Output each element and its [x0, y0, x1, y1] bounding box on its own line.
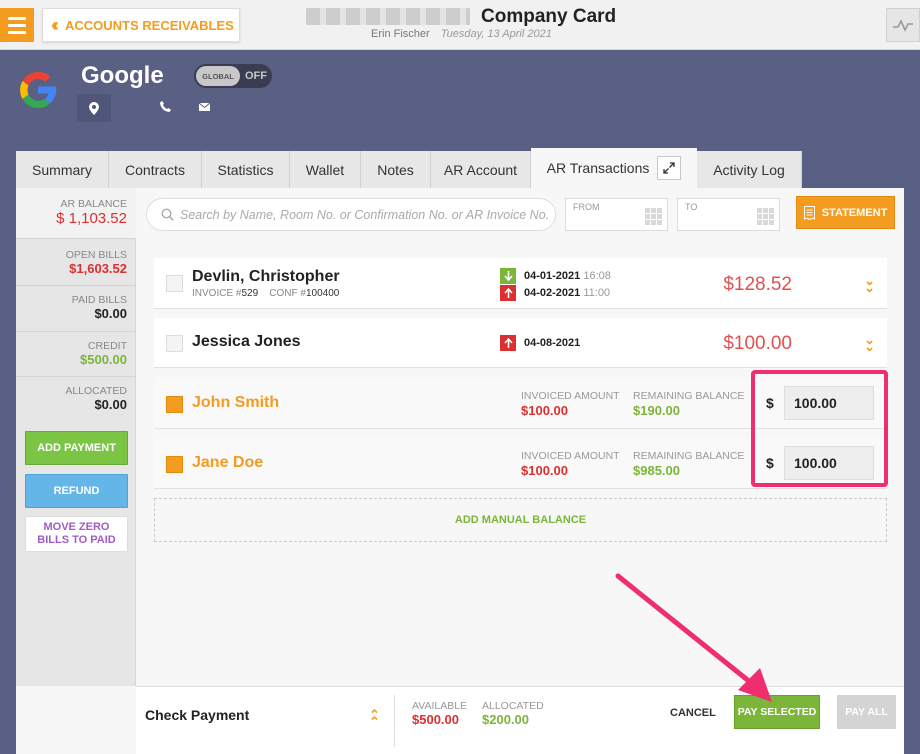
global-toggle[interactable]: GLOBAL OFF — [194, 64, 272, 88]
arrow-up-icon — [500, 335, 516, 351]
search-placeholder: Search by Name, Room No. or Confirmation… — [180, 207, 550, 222]
user-name: Erin Fischer — [371, 28, 430, 40]
current-date: Tuesday, 13 April 2021 — [440, 28, 552, 40]
receipt-icon — [803, 205, 815, 220]
chevron-double-left-icon: ‹‹ — [51, 14, 59, 35]
row-checkbox-checked[interactable] — [166, 396, 183, 413]
invoiced-amount: $100.00 — [521, 463, 568, 478]
statement-button[interactable]: STATEMENT — [796, 196, 895, 229]
guest-name: John Smith — [192, 394, 280, 411]
back-button[interactable]: ‹‹ ACCOUNTS RECEIVABLES — [42, 8, 240, 42]
row-amount: $100.00 — [723, 333, 792, 354]
company-name: Google — [81, 62, 164, 89]
ar-transactions-panel: AR BALANCE $ 1,103.52 OPEN BILLS $1,603.… — [16, 188, 904, 754]
allocated: ALLOCATED $0.00 — [65, 385, 127, 412]
tab-ar-account[interactable]: AR Account — [431, 151, 531, 188]
transaction-row[interactable]: Jessica Jones 04-08-2021 $100.00 ⌄ ⌄ — [154, 318, 887, 368]
menu-button[interactable] — [0, 8, 34, 42]
remaining-balance: $190.00 — [633, 403, 680, 418]
row-amount: $128.52 — [723, 274, 792, 295]
departure-date: 04-08-2021 — [524, 337, 581, 349]
remaining-balance: $985.00 — [633, 463, 680, 478]
arrow-down-icon — [500, 268, 516, 284]
departure-date: 04-02-2021 11:00 — [524, 287, 611, 299]
tab-wallet[interactable]: Wallet — [290, 151, 361, 188]
from-date-field[interactable]: FROM — [565, 198, 668, 231]
to-date-field[interactable]: TO — [677, 198, 780, 231]
location-pin-icon — [89, 101, 99, 115]
row-checkbox-checked[interactable] — [166, 456, 183, 473]
guest-name: Devlin, Christopher — [192, 268, 340, 285]
tab-notes[interactable]: Notes — [361, 151, 431, 188]
row-checkbox[interactable] — [166, 275, 183, 292]
balance-sidebar: AR BALANCE $ 1,103.52 OPEN BILLS $1,603.… — [16, 188, 136, 686]
transaction-row[interactable]: Devlin, Christopher INVOICE #529 CONF #1… — [154, 258, 887, 309]
mail-icon[interactable] — [199, 103, 210, 111]
payment-inputs-highlight — [751, 370, 888, 487]
add-manual-balance-button[interactable]: ADD MANUAL BALANCE — [154, 498, 887, 542]
move-zero-bills-button[interactable]: MOVE ZERO BILLS TO PAID — [25, 516, 128, 552]
ar-balance: AR BALANCE $ 1,103.52 — [16, 188, 136, 238]
expand-icon — [663, 162, 676, 174]
pay-all-button[interactable]: PAY ALL — [837, 695, 896, 729]
phone-icon[interactable] — [160, 101, 171, 112]
pay-selected-button[interactable]: PAY SELECTED — [734, 695, 820, 729]
tab-bar: Summary Contracts Statistics Wallet Note… — [16, 148, 802, 188]
invoice-conf: INVOICE #529 CONF #100400 — [192, 288, 340, 299]
chevron-double-up-icon[interactable]: ⌃ ⌃ — [369, 708, 380, 728]
arrival-date: 04-01-2021 16:08 — [524, 270, 611, 282]
search-input[interactable]: Search by Name, Room No. or Confirmation… — [146, 198, 556, 231]
chevron-double-down-icon[interactable]: ⌄ ⌄ — [864, 333, 875, 353]
toggle-state: OFF — [245, 70, 267, 82]
tab-contracts[interactable]: Contracts — [109, 151, 202, 188]
tab-activity-log[interactable]: Activity Log — [697, 151, 802, 188]
chevron-double-down-icon[interactable]: ⌄ ⌄ — [864, 274, 875, 294]
tab-ar-transactions[interactable]: AR Transactions — [531, 148, 697, 188]
arrow-up-icon — [500, 285, 516, 301]
calendar-grid-icon — [757, 208, 774, 225]
tab-statistics[interactable]: Statistics — [202, 151, 290, 188]
cancel-button[interactable]: CANCEL — [670, 707, 716, 719]
payment-footer: Check Payment ⌃ ⌃ AVAILABLE $500.00 ALLOC… — [136, 686, 904, 754]
invoiced-amount: $100.00 — [521, 403, 568, 418]
payment-method: Check Payment — [145, 707, 250, 723]
refund-button[interactable]: REFUND — [25, 474, 128, 508]
location-button[interactable] — [77, 94, 111, 122]
search-icon — [161, 208, 174, 221]
menu-icon — [8, 16, 26, 20]
open-bills: OPEN BILLS $1,603.52 — [65, 249, 127, 276]
tab-ar-transactions-label: AR Transactions — [546, 160, 650, 176]
allocated-amount: $200.00 — [482, 712, 529, 727]
row-checkbox[interactable] — [166, 335, 183, 352]
credit: CREDIT $500.00 — [80, 340, 127, 367]
available-amount: $500.00 — [412, 712, 459, 727]
guest-name: Jessica Jones — [192, 333, 301, 350]
tab-summary[interactable]: Summary — [16, 151, 109, 188]
activity-chart-icon — [893, 19, 913, 32]
top-bar: ‹‹ ACCOUNTS RECEIVABLES Company Card Eri… — [0, 0, 920, 50]
guest-name: Jane Doe — [192, 454, 264, 471]
add-payment-button[interactable]: ADD PAYMENT — [25, 431, 128, 465]
activity-button[interactable] — [886, 8, 920, 42]
expand-button[interactable] — [657, 156, 682, 180]
paid-bills: PAID BILLS $0.00 — [71, 294, 127, 321]
calendar-grid-icon — [645, 208, 662, 225]
page-title: Company Card — [481, 6, 617, 27]
user-date-line: Erin Fischer Tuesday, 13 April 2021 — [371, 28, 552, 40]
blurred-company-name — [306, 8, 470, 25]
google-logo — [20, 71, 57, 109]
toggle-knob: GLOBAL — [196, 66, 240, 86]
